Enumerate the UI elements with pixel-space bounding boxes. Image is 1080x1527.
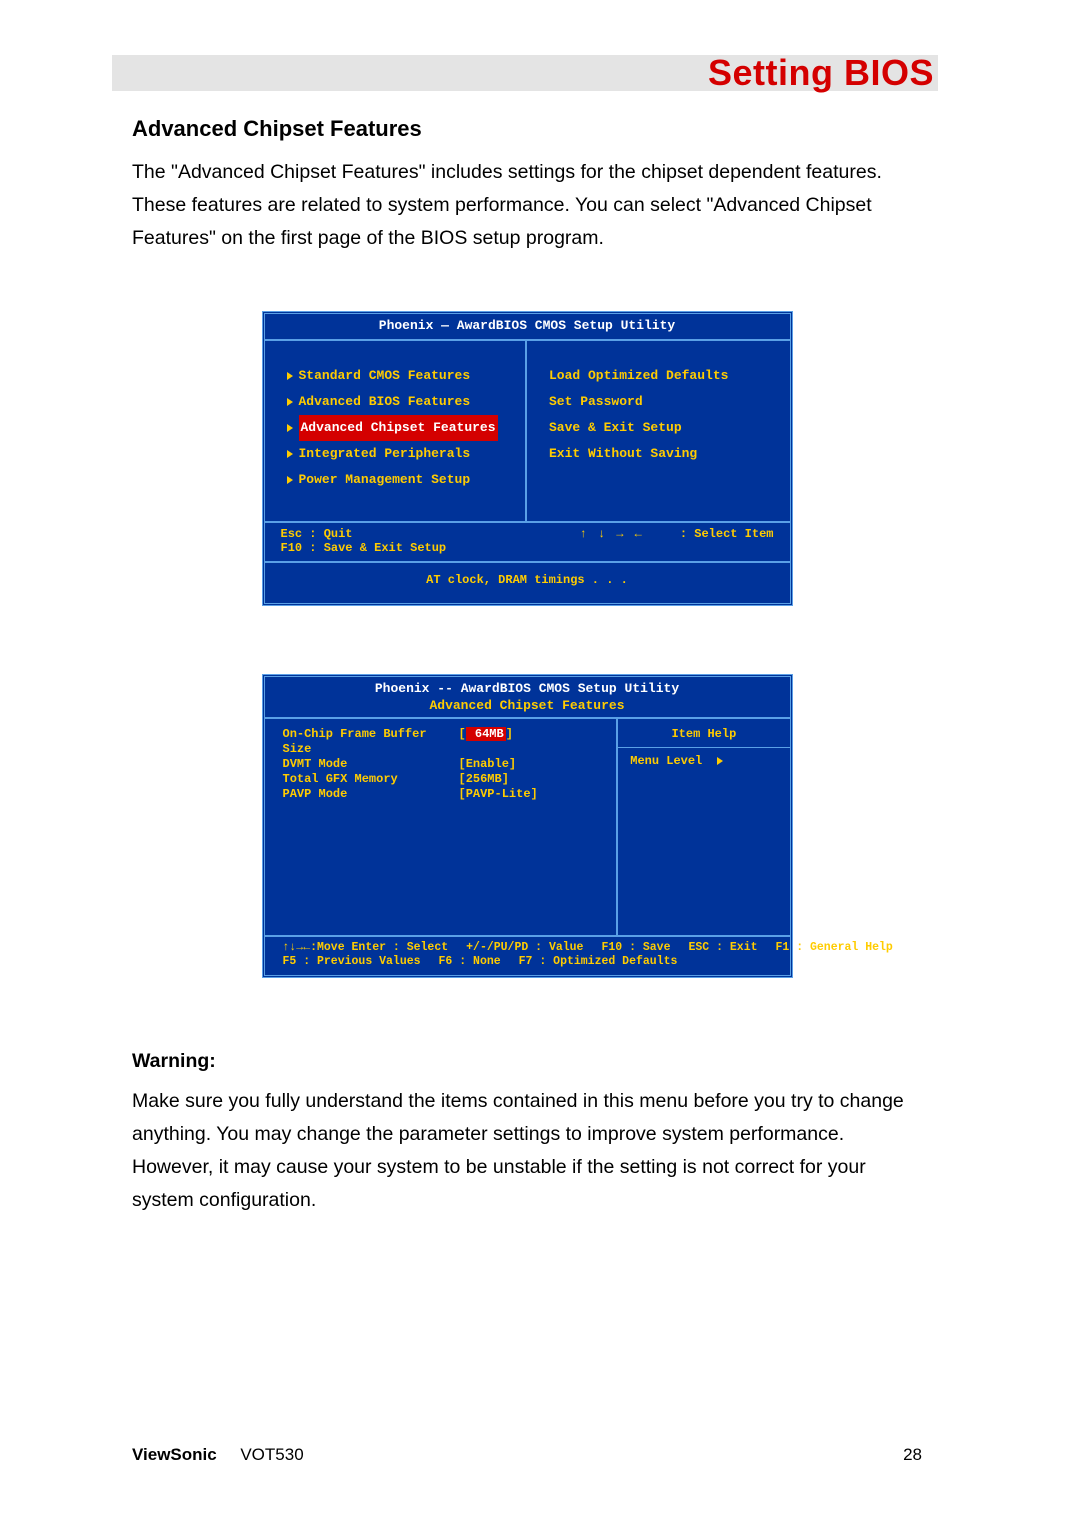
bios1-footer-left: Esc : Quit F10 : Save & Exit Setup: [281, 527, 447, 555]
menu-label: Exit Without Saving: [549, 441, 697, 467]
bios1-item-save-exit: Save & Exit Setup: [549, 415, 774, 441]
bios1-item-exit-without-saving: Exit Without Saving: [549, 441, 774, 467]
bios1-right-column: Load Optimized Defaults Set Password Sav…: [527, 341, 790, 521]
triangle-icon: [287, 372, 293, 380]
warning-heading: Warning:: [132, 1050, 922, 1073]
header-title: Setting BIOS: [708, 52, 934, 94]
bios1-item-advanced-bios: Advanced BIOS Features: [287, 389, 510, 415]
setting-label: PAVP Mode: [283, 787, 459, 802]
bios1-item-power-management: Power Management Setup: [287, 467, 510, 493]
bios2-row-frame-buffer: On-Chip Frame Buffer Size [ 64MB]: [283, 727, 611, 757]
menu-label: Load Optimized Defaults: [549, 363, 728, 389]
setting-value: [Enable]: [459, 757, 517, 772]
footer-help: F1 : General Help: [776, 941, 893, 955]
footer-exit: ESC : Exit: [688, 941, 757, 955]
bios1-columns: Standard CMOS Features Advanced BIOS Fea…: [265, 339, 790, 523]
footer-page-number: 28: [903, 1445, 922, 1465]
setting-value: [PAVP-Lite]: [459, 787, 538, 802]
selected-value: 64MB: [466, 727, 506, 741]
bios2-columns: On-Chip Frame Buffer Size [ 64MB] DVMT M…: [265, 717, 790, 937]
bios2-footer-line2: F5 : Previous Values F6 : None F7 : Opti…: [283, 955, 782, 969]
bios1-title: Phoenix — AwardBIOS CMOS Setup Utility: [265, 314, 790, 339]
footer-save: F10 : Save: [601, 941, 670, 955]
menu-label: Advanced BIOS Features: [299, 389, 471, 415]
bios1-item-advanced-chipset: Advanced Chipset Features: [287, 415, 510, 441]
footer-model: VOT530: [240, 1445, 303, 1464]
triangle-icon: [287, 424, 293, 432]
bios1-item-set-password: Set Password: [549, 389, 774, 415]
bios2-item-help-title: Item Help: [630, 727, 777, 741]
bios1-f10-save: F10 : Save & Exit Setup: [281, 541, 447, 555]
bios1-left-column: Standard CMOS Features Advanced BIOS Fea…: [265, 341, 528, 521]
triangle-icon: [717, 757, 723, 765]
bios2-row-dvmt-mode: DVMT Mode [Enable]: [283, 757, 611, 772]
bios2-footer-keys: ↑↓→←:Move Enter : Select +/-/PU/PD : Val…: [265, 937, 790, 975]
page-footer: ViewSonic VOT530 28: [132, 1445, 922, 1465]
bios-chipset-submenu-figure: Phoenix -- AwardBIOS CMOS Setup Utility …: [262, 674, 793, 978]
setting-value: [256MB]: [459, 772, 509, 787]
menu-label: Save & Exit Setup: [549, 415, 682, 441]
bios2-menu-level: Menu Level: [630, 754, 777, 768]
menu-label-selected: Advanced Chipset Features: [299, 415, 498, 441]
triangle-icon: [287, 398, 293, 406]
section-heading: Advanced Chipset Features: [132, 116, 922, 142]
bios2-subtitle: Advanced Chipset Features: [265, 698, 790, 717]
menu-label: Power Management Setup: [299, 467, 471, 493]
bios1-select-item: : Select Item: [680, 527, 774, 541]
warning-text: Make sure you fully understand the items…: [132, 1085, 922, 1217]
footer-value: +/-/PU/PD : Value: [466, 941, 583, 955]
triangle-icon: [287, 450, 293, 458]
bios2-row-total-gfx-memory: Total GFX Memory [256MB]: [283, 772, 611, 787]
bios1-footer-right: ↑ ↓ → ← : Select Item: [579, 527, 773, 555]
bios1-footer-keys: Esc : Quit F10 : Save & Exit Setup ↑ ↓ →…: [265, 523, 790, 561]
bios2-footer-line1: ↑↓→←:Move Enter : Select +/-/PU/PD : Val…: [283, 941, 782, 955]
menu-label: Integrated Peripherals: [299, 441, 471, 467]
bios-main-menu-figure: Phoenix — AwardBIOS CMOS Setup Utility S…: [262, 311, 793, 606]
footer-optimized-defaults: F7 : Optimized Defaults: [519, 955, 678, 969]
bios2-main-column: On-Chip Frame Buffer Size [ 64MB] DVMT M…: [265, 719, 617, 935]
bios1-description: AT clock, DRAM timings . . .: [265, 561, 790, 603]
setting-value: [ 64MB]: [459, 727, 513, 757]
menu-label: Set Password: [549, 389, 643, 415]
setting-label: DVMT Mode: [283, 757, 459, 772]
footer-none: F6 : None: [439, 955, 501, 969]
arrow-keys-icon: ↑ ↓ → ←: [579, 527, 643, 541]
menu-level-label: Menu Level: [630, 754, 702, 768]
setting-label: Total GFX Memory: [283, 772, 459, 787]
section-intro: The "Advanced Chipset Features" includes…: [132, 156, 922, 255]
bios1-item-standard-cmos: Standard CMOS Features: [287, 363, 510, 389]
footer-previous-values: F5 : Previous Values: [283, 955, 421, 969]
header-bar: Setting BIOS: [112, 55, 938, 91]
bios2-side-column: Item Help Menu Level: [616, 719, 789, 935]
triangle-icon: [287, 476, 293, 484]
bios2-row-pavp-mode: PAVP Mode [PAVP-Lite]: [283, 787, 611, 802]
menu-label: Standard CMOS Features: [299, 363, 471, 389]
footer-brand: ViewSonic: [132, 1445, 217, 1464]
setting-label: On-Chip Frame Buffer Size: [283, 727, 459, 757]
bios1-item-load-defaults: Load Optimized Defaults: [549, 363, 774, 389]
footer-move-select: ↑↓→←:Move Enter : Select: [283, 941, 449, 955]
bios2-title: Phoenix -- AwardBIOS CMOS Setup Utility: [265, 677, 790, 698]
bios1-esc-quit: Esc : Quit: [281, 527, 447, 541]
divider: [618, 747, 789, 748]
footer-left: ViewSonic VOT530: [132, 1445, 304, 1465]
content-area: Advanced Chipset Features The "Advanced …: [132, 108, 922, 1217]
bios1-item-integrated-peripherals: Integrated Peripherals: [287, 441, 510, 467]
